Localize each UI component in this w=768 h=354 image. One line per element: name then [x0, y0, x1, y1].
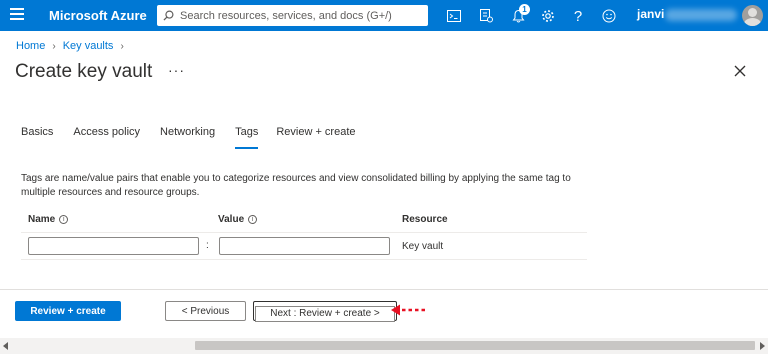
tag-resource-value: Key vault	[402, 241, 444, 252]
info-icon[interactable]: i	[248, 215, 258, 224]
tab-basics[interactable]: Basics	[21, 126, 53, 147]
tag-separator: :	[206, 240, 209, 251]
table-divider	[21, 232, 587, 233]
column-header-value: Value i	[218, 214, 258, 225]
wizard-tabs: Basics Access policy Networking Tags Rev…	[21, 126, 356, 149]
column-header-value-label: Value	[218, 214, 245, 225]
more-options-button[interactable]: ···	[168, 62, 185, 78]
chevron-right-icon: ›	[120, 40, 124, 52]
global-search[interactable]	[157, 5, 428, 26]
previous-button[interactable]: < Previous	[165, 301, 246, 321]
info-icon[interactable]: i	[59, 215, 69, 224]
user-tenant-redacted	[665, 9, 737, 21]
column-header-resource: Resource	[402, 214, 448, 225]
breadcrumb-key-vaults[interactable]: Key vaults	[63, 40, 114, 52]
avatar[interactable]	[742, 5, 763, 26]
tab-tags[interactable]: Tags	[235, 126, 259, 149]
search-icon	[163, 10, 174, 21]
tag-value-input[interactable]	[219, 237, 390, 255]
notifications-icon[interactable]: 1	[508, 4, 530, 26]
tab-access-policy[interactable]: Access policy	[73, 126, 140, 147]
tab-review-create[interactable]: Review + create	[276, 126, 355, 147]
cloud-shell-icon[interactable]	[444, 6, 464, 26]
column-header-name-label: Name	[28, 214, 56, 225]
notification-badge: 1	[519, 4, 530, 15]
red-arrow-annotation	[391, 304, 425, 316]
tag-name-input[interactable]	[28, 237, 199, 255]
next-button[interactable]: Next : Review + create >	[255, 305, 395, 322]
column-header-resource-label: Resource	[402, 214, 448, 225]
settings-icon[interactable]	[538, 6, 558, 26]
horizontal-scrollbar[interactable]	[0, 338, 768, 354]
page-title: Create key vault	[15, 61, 153, 82]
close-icon[interactable]	[733, 64, 747, 78]
feedback-icon[interactable]	[599, 6, 619, 26]
tags-description: Tags are name/value pairs that enable yo…	[21, 173, 571, 198]
chevron-right-icon: ›	[52, 40, 56, 52]
search-input[interactable]	[180, 9, 420, 22]
scroll-left-icon[interactable]	[3, 342, 8, 350]
directory-filter-icon[interactable]	[476, 6, 496, 26]
top-bar: Microsoft Azure 1 ? janvi	[0, 0, 768, 31]
brand-title[interactable]: Microsoft Azure	[49, 8, 147, 23]
scrollbar-thumb[interactable]	[195, 341, 755, 350]
tab-networking[interactable]: Networking	[160, 126, 215, 147]
review-create-button[interactable]: Review + create	[15, 301, 121, 321]
scroll-right-icon[interactable]	[760, 342, 765, 350]
breadcrumb: Home › Key vaults ›	[16, 40, 131, 52]
next-button-focus-ring: Next : Review + create >	[253, 301, 397, 322]
column-header-name: Name i	[28, 214, 69, 225]
footer-divider	[0, 289, 768, 290]
table-divider	[21, 259, 587, 260]
hamburger-icon[interactable]	[10, 8, 26, 22]
user-name[interactable]: janvi	[637, 7, 664, 21]
help-icon[interactable]: ?	[568, 6, 588, 26]
breadcrumb-home[interactable]: Home	[16, 40, 45, 52]
